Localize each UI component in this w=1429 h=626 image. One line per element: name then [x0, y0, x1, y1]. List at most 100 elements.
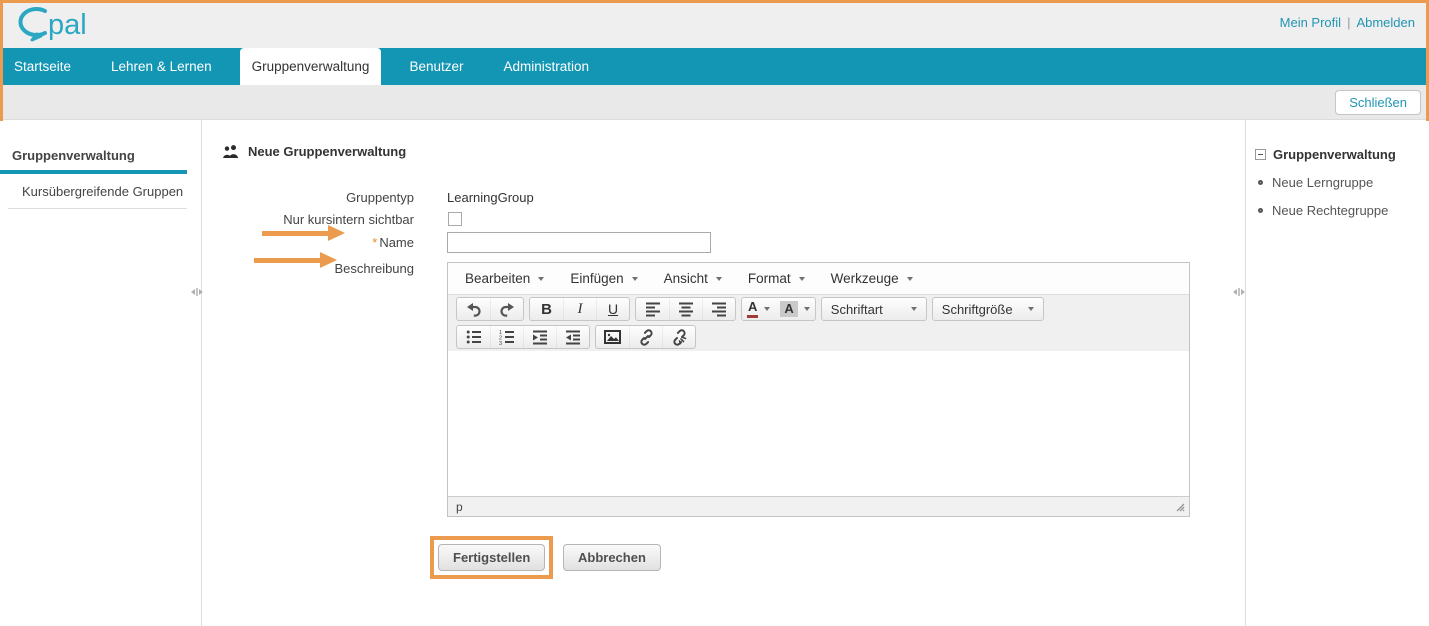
page-title-text: Neue Gruppenverwaltung — [248, 144, 406, 159]
profile-link[interactable]: Mein Profil — [1280, 15, 1341, 30]
name-input[interactable] — [447, 232, 711, 253]
image-icon — [604, 330, 621, 344]
tab-benutzer[interactable]: Benutzer — [397, 48, 475, 85]
italic-button[interactable]: I — [563, 298, 596, 320]
chevron-down-icon — [764, 307, 770, 311]
numbered-list-button[interactable]: 1 2 3 — [490, 326, 523, 348]
kursintern-sichtbar-checkbox[interactable] — [448, 212, 462, 226]
logout-link[interactable]: Abmelden — [1356, 15, 1415, 30]
cancel-button[interactable]: Abbrechen — [563, 544, 661, 571]
indent-button[interactable] — [523, 326, 556, 348]
underline-icon: U — [608, 301, 618, 317]
opal-page: pal Mein Profil | Abmelden Startseite Lehr… — [0, 0, 1429, 626]
menu-ansicht[interactable]: Ansicht — [651, 263, 735, 294]
bullet-icon — [1258, 180, 1263, 185]
text-color-icon: A — [747, 300, 758, 317]
finish-button[interactable]: Fertigstellen — [438, 544, 545, 571]
chevron-down-icon — [907, 277, 913, 281]
element-path: p — [456, 500, 463, 514]
insert-link-button[interactable] — [629, 326, 662, 348]
outdent-button[interactable] — [556, 326, 589, 348]
tree-node-label: Gruppenverwaltung — [1273, 147, 1396, 162]
underline-button[interactable]: U — [596, 298, 629, 320]
collapse-right-icon — [199, 289, 203, 295]
opal-logo[interactable]: pal — [12, 4, 108, 46]
outdent-icon — [565, 329, 581, 345]
tab-lehren-lernen[interactable]: Lehren & Lernen — [99, 48, 224, 85]
align-center-button[interactable] — [669, 298, 702, 320]
annotation-box-fertigstellen: Fertigstellen — [430, 536, 553, 579]
tree-item-neue-rechtegruppe[interactable]: Neue Rechtegruppe — [1258, 203, 1429, 218]
chevron-down-icon — [632, 277, 638, 281]
main-nav: Startseite Lehren & Lernen Gruppenverwal… — [0, 48, 1429, 85]
collapse-right-icon — [1241, 289, 1245, 295]
sidebar-item-gruppenverwaltung[interactable]: Gruppenverwaltung — [12, 148, 189, 163]
collapse-minus-icon[interactable] — [1255, 149, 1266, 160]
align-right-button[interactable] — [702, 298, 735, 320]
required-asterisk: * — [372, 235, 377, 250]
opal-logo-icon: pal — [12, 4, 108, 46]
main-content: Neue Gruppenverwaltung Gruppentyp Learni… — [202, 120, 1245, 626]
bullet-icon — [1258, 208, 1263, 213]
font-size-select[interactable]: Schriftgröße — [933, 298, 1043, 320]
svg-text:pal: pal — [48, 9, 87, 41]
redo-button[interactable] — [490, 298, 523, 320]
tab-gruppenverwaltung[interactable]: Gruppenverwaltung — [240, 48, 382, 85]
user-links: Mein Profil | Abmelden — [1280, 15, 1415, 30]
chevron-down-icon — [716, 277, 722, 281]
background-color-button[interactable]: A — [775, 298, 814, 320]
tab-startseite[interactable]: Startseite — [2, 48, 83, 85]
tree-node-gruppenverwaltung[interactable]: Gruppenverwaltung — [1255, 147, 1429, 162]
align-left-icon — [645, 301, 661, 317]
insert-image-button[interactable] — [596, 326, 629, 348]
tree-item-neue-lerngruppe[interactable]: Neue Lerngruppe — [1258, 175, 1429, 190]
top-header: pal Mein Profil | Abmelden — [0, 0, 1429, 48]
handle-bar — [196, 288, 198, 296]
menu-format[interactable]: Format — [735, 263, 818, 294]
remove-link-button[interactable] — [662, 326, 695, 348]
collapse-left-icon — [191, 289, 195, 295]
tab-administration[interactable]: Administration — [491, 48, 601, 85]
align-left-button[interactable] — [636, 298, 669, 320]
undo-button[interactable] — [457, 298, 490, 320]
collapse-left-icon — [1233, 289, 1237, 295]
rich-text-editor: Bearbeiten Einfügen Ansicht Format Werkz… — [447, 262, 1190, 517]
svg-text:3: 3 — [499, 341, 502, 345]
chevron-down-icon — [799, 277, 805, 281]
left-sidebar: Gruppenverwaltung Kursübergreifende Grup… — [0, 120, 202, 626]
menu-bearbeiten[interactable]: Bearbeiten — [452, 263, 557, 294]
close-button[interactable]: Schließen — [1335, 90, 1421, 115]
bold-button[interactable]: B — [530, 298, 563, 320]
bullet-list-icon — [466, 329, 482, 345]
editor-content-area[interactable] — [448, 351, 1189, 496]
annotation-arrow-beschreibung — [254, 252, 338, 269]
page-title: Neue Gruppenverwaltung — [222, 144, 406, 159]
tree-item-label: Neue Lerngruppe — [1272, 175, 1373, 190]
editor-toolbar-row2: 1 2 3 — [448, 323, 1189, 351]
menu-einfuegen[interactable]: Einfügen — [557, 263, 650, 294]
sidebar-item-kursuebergreifende-gruppen[interactable]: Kursübergreifende Gruppen — [8, 174, 187, 209]
font-family-select[interactable]: Schriftart — [822, 298, 926, 320]
right-panel-collapse-handle[interactable] — [1233, 288, 1245, 296]
handle-bar — [1238, 288, 1240, 296]
numbered-list-icon: 1 2 3 — [499, 329, 515, 345]
annotation-top-line — [0, 0, 1429, 3]
background-color-icon: A — [780, 301, 797, 317]
resize-grip[interactable] — [1175, 502, 1185, 512]
bullet-list-button[interactable] — [457, 326, 490, 348]
menu-werkzeuge[interactable]: Werkzeuge — [818, 263, 926, 294]
link-icon — [638, 329, 655, 346]
unlink-icon — [671, 329, 688, 346]
redo-icon — [499, 301, 515, 317]
sub-header-bar: Schließen — [0, 85, 1429, 120]
text-color-button[interactable]: A — [742, 298, 775, 320]
right-sidebar: Gruppenverwaltung Neue Lerngruppe Neue R… — [1245, 120, 1429, 626]
resize-grip-icon — [1175, 502, 1185, 512]
annotation-left-line — [0, 0, 3, 121]
left-panel-collapse-handle[interactable] — [191, 288, 203, 296]
chevron-down-icon — [804, 307, 810, 311]
align-center-icon — [678, 301, 694, 317]
link-separator: | — [1347, 15, 1350, 30]
group-icon — [222, 144, 240, 159]
align-right-icon — [711, 301, 727, 317]
